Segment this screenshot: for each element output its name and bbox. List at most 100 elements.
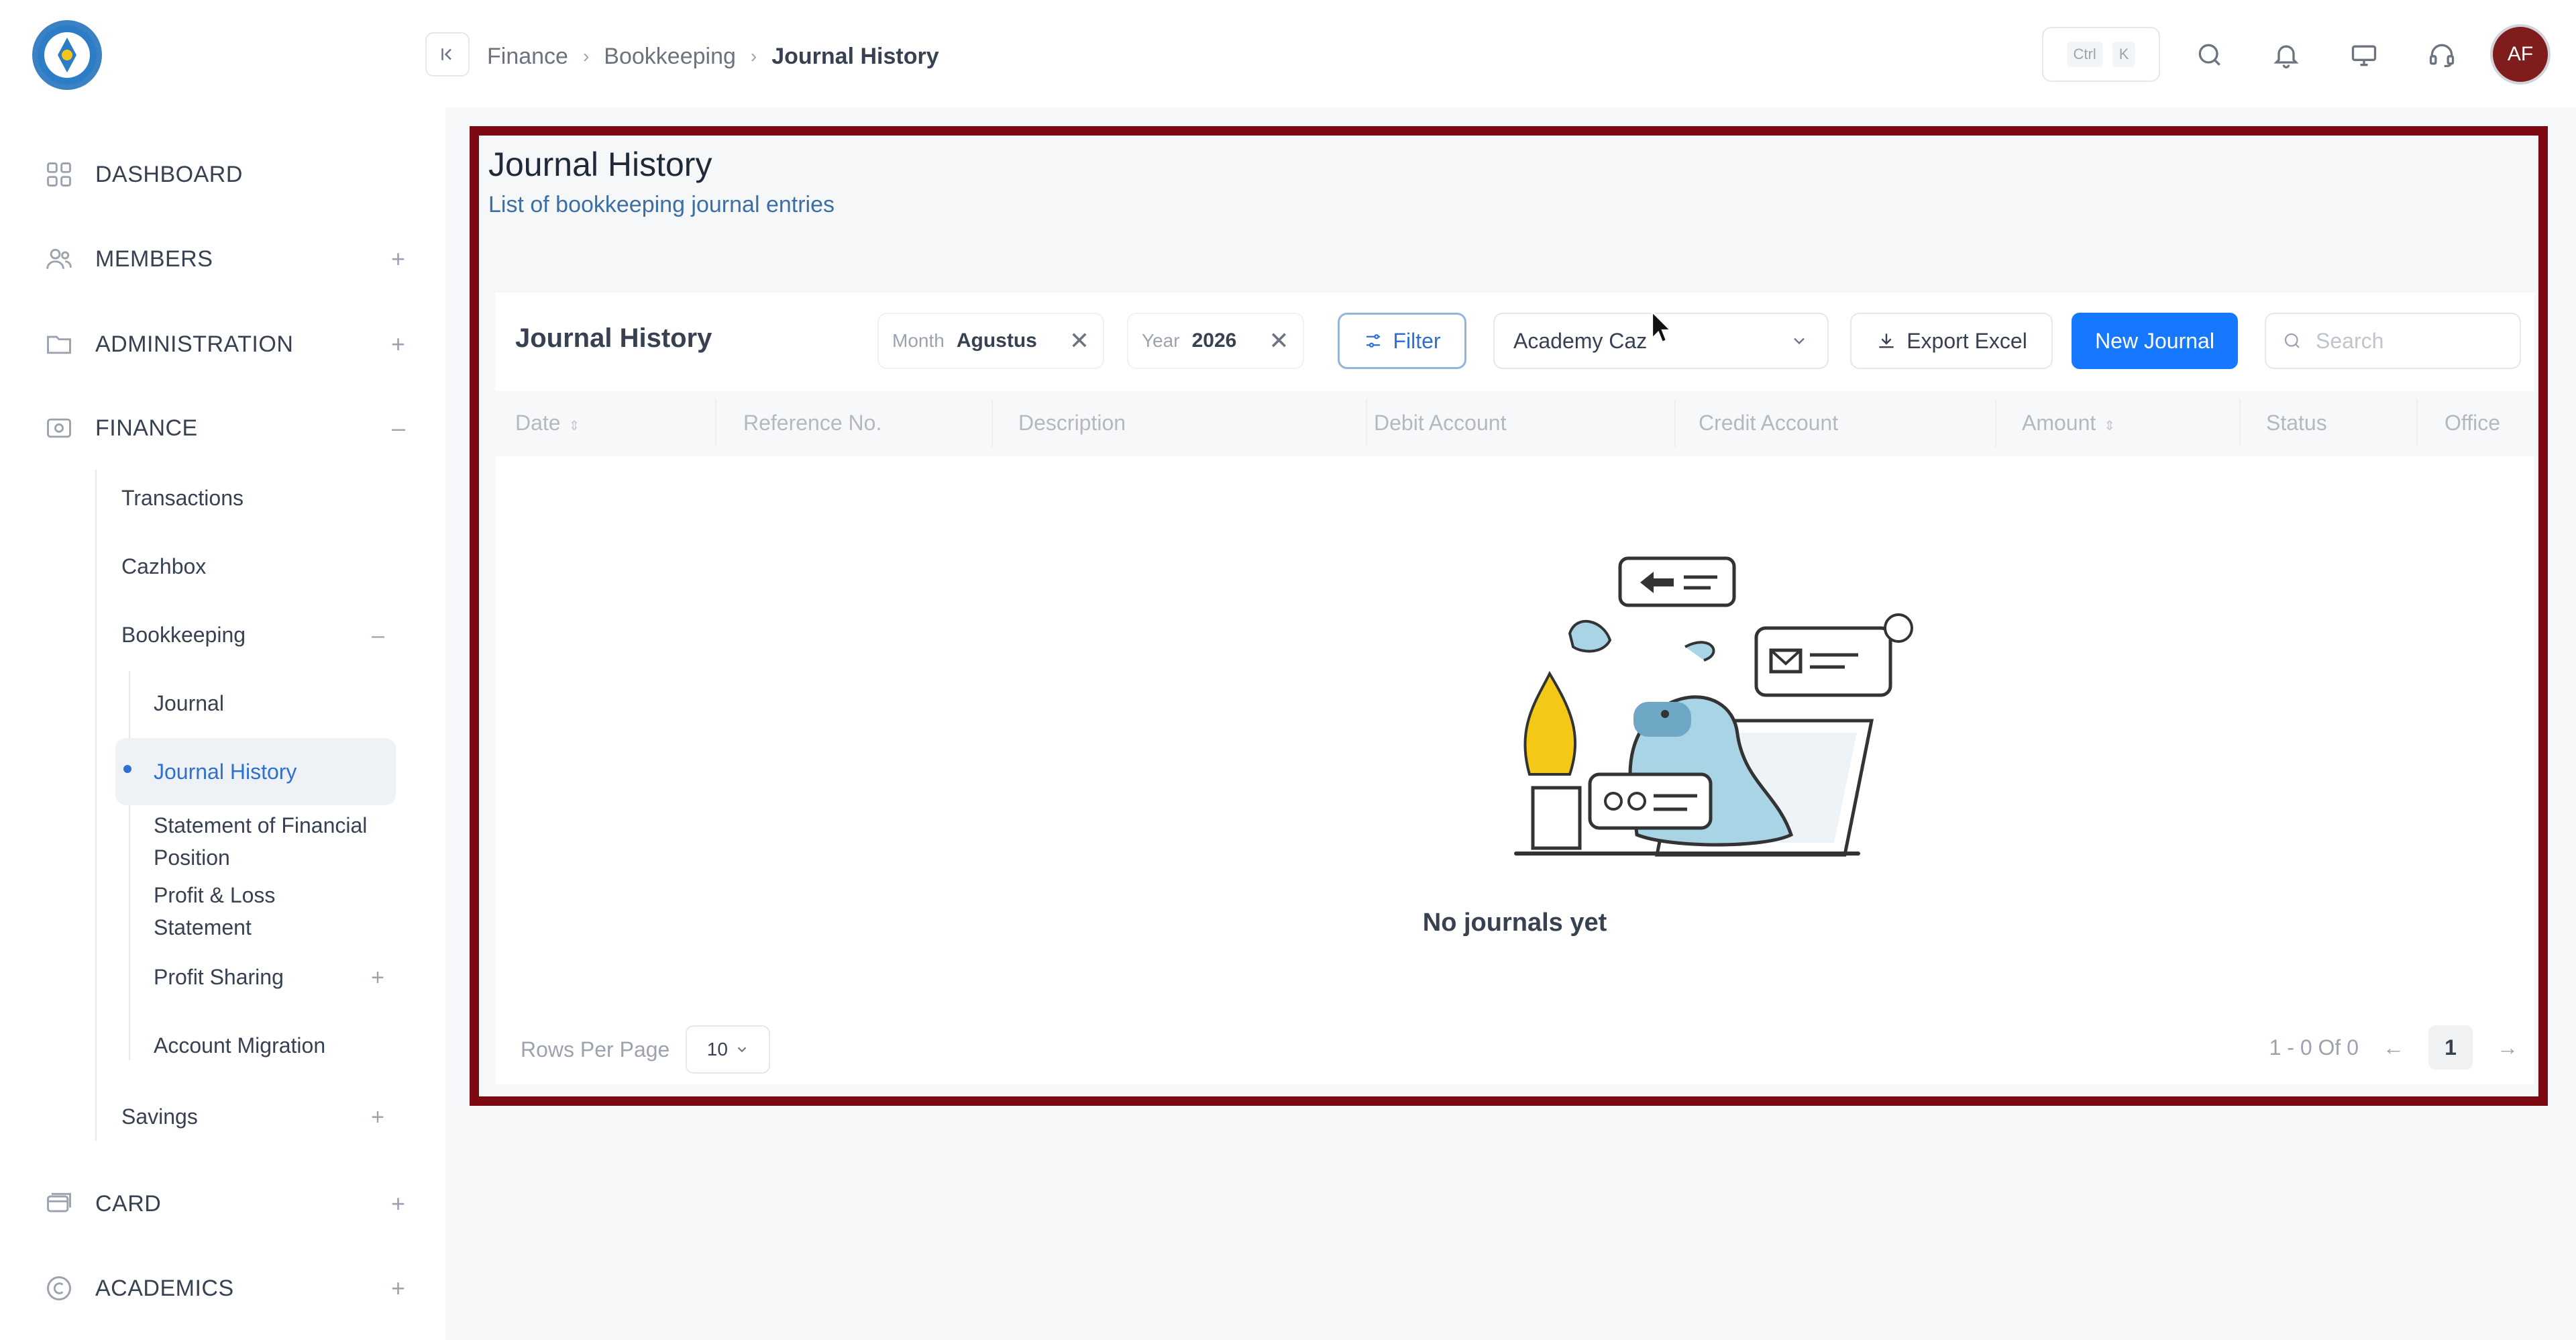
rows-per-page: Rows Per Page 10: [521, 1025, 771, 1074]
close-icon[interactable]: ✕: [1069, 327, 1089, 355]
nav-label: Account Migration: [154, 1033, 326, 1058]
key-k: K: [2112, 42, 2136, 67]
card-icon: [43, 1188, 75, 1220]
column-divider: [715, 400, 716, 447]
arrow-left-icon[interactable]: ←: [2383, 1035, 2404, 1060]
column-label: Amount: [2022, 411, 2096, 435]
nav-profit-sharing[interactable]: Profit Sharing +: [154, 965, 384, 990]
rows-per-page-value: 10: [706, 1039, 728, 1060]
pagination: 1 - 0 Of 0 ← 1 →: [2269, 1025, 2518, 1070]
nav-journal[interactable]: Journal: [154, 691, 224, 716]
collapse-left-icon: [441, 48, 451, 60]
pagination-range: 1 - 0 Of 0: [2269, 1035, 2359, 1060]
column-credit-account: Credit Account: [1699, 411, 1839, 435]
nav-profit-loss-statement[interactable]: Profit & Loss Statement: [154, 879, 275, 943]
logo[interactable]: [32, 20, 102, 90]
expand-icon[interactable]: +: [391, 330, 405, 358]
nav-savings[interactable]: Savings +: [121, 1104, 384, 1131]
year-value: 2026: [1191, 329, 1237, 352]
empty-state-illustration: [1509, 553, 1925, 868]
year-key: Year: [1142, 330, 1180, 351]
filter-button[interactable]: Filter: [1338, 313, 1466, 369]
close-icon[interactable]: ✕: [1269, 327, 1289, 355]
nav-label: MEMBERS: [95, 246, 213, 272]
card-title: Journal History: [515, 323, 712, 353]
headset-icon[interactable]: [2423, 36, 2461, 74]
nav-members[interactable]: MEMBERS +: [43, 238, 405, 280]
nav-label: DASHBOARD: [95, 161, 243, 187]
expand-icon[interactable]: +: [391, 1190, 405, 1218]
rows-per-page-select[interactable]: 10: [686, 1025, 771, 1074]
search-icon[interactable]: [2191, 36, 2229, 74]
nav-transactions[interactable]: Transactions: [121, 486, 244, 511]
column-amount[interactable]: Amount ⇕: [2022, 411, 2115, 435]
collapse-sidebar-button[interactable]: [425, 32, 470, 76]
nav-label: ACADEMICS: [95, 1275, 234, 1301]
collapse-icon[interactable]: –: [392, 414, 405, 442]
expand-icon[interactable]: +: [371, 1104, 384, 1131]
chevron-right-icon: ›: [582, 46, 590, 66]
sort-icon[interactable]: ⇕: [2104, 419, 2115, 433]
nav-label: Cazhbox: [121, 554, 207, 578]
nav-dashboard[interactable]: DASHBOARD: [43, 153, 405, 196]
expand-icon[interactable]: +: [391, 245, 405, 273]
nav-journal-history[interactable]: Journal History: [115, 738, 396, 805]
nav-label: Journal: [154, 691, 224, 715]
column-divider: [1366, 400, 1367, 447]
expand-icon[interactable]: +: [371, 965, 384, 991]
mouse-cursor-icon: [1650, 310, 1674, 350]
search-icon: [2284, 333, 2300, 348]
nav-label: FINANCE: [95, 415, 198, 441]
column-description: Description: [1018, 411, 1126, 435]
sort-icon[interactable]: ⇕: [569, 419, 580, 433]
breadcrumb-finance[interactable]: Finance: [487, 44, 568, 70]
export-label: Export Excel: [1907, 328, 2027, 353]
search-input[interactable]: [2316, 328, 2504, 354]
column-date[interactable]: Date ⇕: [515, 411, 580, 435]
collapse-icon[interactable]: –: [372, 623, 384, 649]
nav-cazhbox[interactable]: Cazhbox: [121, 554, 206, 579]
chevron-down-icon: [737, 1047, 747, 1053]
nav-label: Transactions: [121, 486, 244, 510]
nav-label: ADMINISTRATION: [95, 331, 294, 357]
nav-statement-financial-position[interactable]: Statement of Financial Position: [154, 809, 367, 874]
grid-icon: [43, 158, 75, 191]
folder-icon: [43, 328, 75, 360]
wallet-icon: [43, 412, 75, 444]
nav-bookkeeping[interactable]: Bookkeeping –: [121, 623, 384, 648]
month-filter-chip[interactable]: Month Agustus ✕: [877, 313, 1104, 369]
column-office: Office: [2445, 411, 2500, 435]
nav-administration[interactable]: ADMINISTRATION +: [43, 323, 405, 366]
command-palette-shortcut[interactable]: Ctrl K: [2042, 27, 2160, 82]
avatar[interactable]: AF: [2490, 24, 2551, 85]
column-status: Status: [2266, 411, 2327, 435]
empty-state-message: No journals yet: [1422, 909, 1607, 937]
monitor-icon[interactable]: [2345, 36, 2383, 74]
office-value: Academy Caz: [1513, 328, 1648, 353]
key-ctrl: Ctrl: [2066, 42, 2103, 67]
sliders-icon: [1366, 334, 1381, 348]
column-debit-account: Debit Account: [1374, 411, 1507, 435]
users-icon: [43, 243, 75, 275]
bell-icon[interactable]: [2267, 36, 2305, 74]
nav-label: Position: [154, 845, 230, 870]
nav-label: CARD: [95, 1190, 162, 1217]
breadcrumb-bookkeeping[interactable]: Bookkeeping: [604, 44, 736, 70]
nav-finance[interactable]: FINANCE –: [43, 407, 405, 450]
new-journal-button[interactable]: New Journal: [2072, 313, 2238, 369]
nav-academics[interactable]: ACADEMICS +: [43, 1267, 405, 1310]
breadcrumb-current: Journal History: [771, 43, 939, 69]
new-journal-label: New Journal: [2095, 328, 2214, 353]
download-icon: [1879, 333, 1894, 348]
export-excel-button[interactable]: Export Excel: [1850, 313, 2053, 369]
expand-icon[interactable]: +: [391, 1274, 405, 1302]
search-field[interactable]: [2265, 313, 2521, 369]
year-filter-chip[interactable]: Year 2026 ✕: [1127, 313, 1304, 369]
nav-card[interactable]: CARD +: [43, 1182, 405, 1225]
chevron-right-icon: ›: [750, 46, 757, 66]
page-number[interactable]: 1: [2428, 1025, 2473, 1070]
arrow-right-icon[interactable]: →: [2497, 1035, 2518, 1060]
nav-account-migration[interactable]: Account Migration: [154, 1033, 325, 1058]
filter-label: Filter: [1393, 328, 1441, 353]
nav-label: Statement: [154, 915, 252, 939]
